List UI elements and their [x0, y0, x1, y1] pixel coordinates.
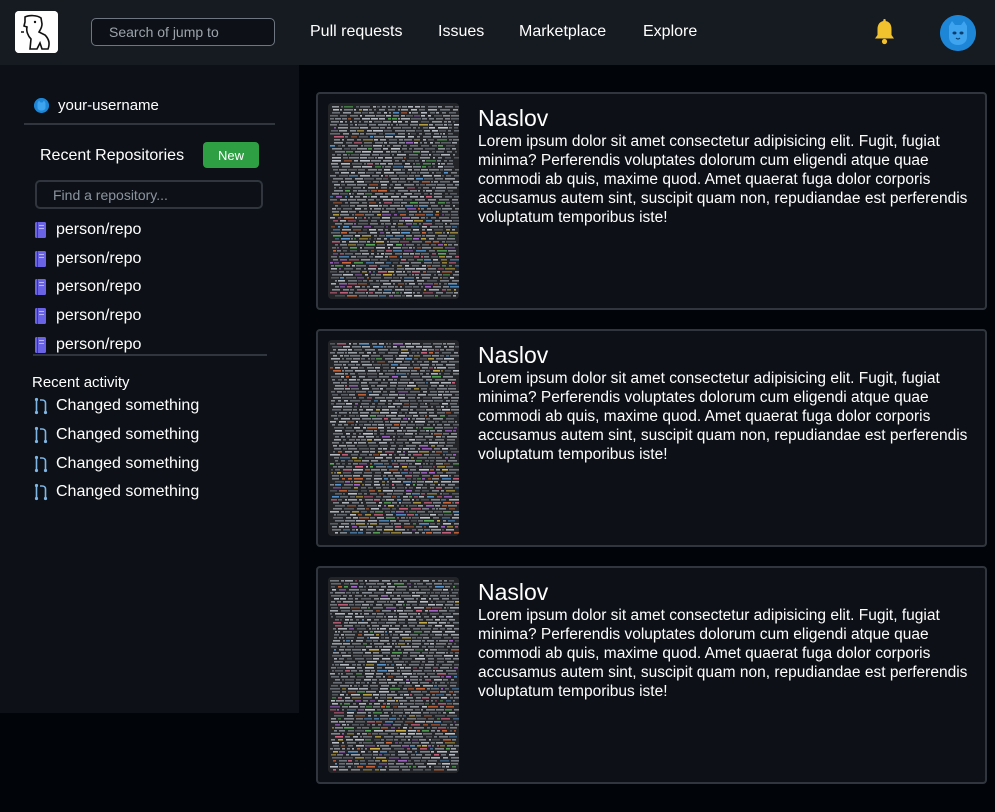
repo-item[interactable]: person/repo — [33, 245, 267, 274]
new-repository-button[interactable]: New — [203, 142, 259, 168]
card-title[interactable]: Naslov — [478, 342, 548, 368]
user-profile-row[interactable]: your-username — [24, 95, 275, 125]
recent-repositories-title: Recent Repositories — [40, 147, 185, 164]
top-header: Pull requests Issues Marketplace Explore — [0, 0, 995, 65]
card-title[interactable]: Naslov — [478, 579, 548, 605]
activity-text[interactable]: Changed something — [56, 455, 199, 473]
recent-activity-title: Recent activity — [32, 374, 130, 391]
activity-item[interactable]: Changed something — [33, 478, 273, 507]
card-title[interactable]: Naslov — [478, 105, 548, 131]
search-input[interactable] — [91, 18, 275, 46]
sidebar: your-username Recent Repositories New pe… — [0, 65, 299, 713]
feed-card[interactable]: Naslov Lorem ipsum dolor sit amet consec… — [316, 329, 987, 547]
feed-card[interactable]: Naslov Lorem ipsum dolor sit amet consec… — [316, 566, 987, 784]
user-avatar-icon — [34, 98, 49, 113]
nav-explore[interactable]: Explore — [643, 22, 697, 42]
card-image — [328, 577, 459, 773]
repo-list: person/repo person/repo person/repo pers… — [33, 216, 267, 359]
activity-text[interactable]: Changed something — [56, 483, 199, 501]
card-image — [328, 103, 459, 299]
repo-name[interactable]: person/repo — [56, 278, 141, 296]
repo-book-icon — [33, 221, 49, 239]
pull-request-icon — [33, 397, 49, 415]
activity-list: Changed something Changed something Chan… — [33, 392, 273, 507]
repo-item[interactable]: person/repo — [33, 273, 267, 302]
nav-issues[interactable]: Issues — [438, 22, 484, 42]
pull-request-icon — [33, 483, 49, 501]
repo-item[interactable]: person/repo — [33, 216, 267, 245]
repo-name[interactable]: person/repo — [56, 250, 141, 268]
nav-marketplace[interactable]: Marketplace — [519, 22, 606, 42]
activity-item[interactable]: Changed something — [33, 449, 273, 478]
bell-icon[interactable] — [873, 19, 896, 45]
pull-request-icon — [33, 455, 49, 473]
repo-book-icon — [33, 278, 49, 296]
repo-name[interactable]: person/repo — [56, 307, 141, 325]
find-repository-input[interactable] — [35, 180, 263, 209]
activity-text[interactable]: Changed something — [56, 397, 199, 415]
nav-pull-requests[interactable]: Pull requests — [310, 22, 403, 42]
repo-book-icon — [33, 250, 49, 268]
card-image — [328, 340, 459, 536]
repo-name[interactable]: person/repo — [56, 221, 141, 239]
feed-card[interactable]: Naslov Lorem ipsum dolor sit amet consec… — [316, 92, 987, 310]
card-body: Lorem ipsum dolor sit amet consectetur a… — [478, 607, 968, 700]
activity-text[interactable]: Changed something — [56, 426, 199, 444]
divider — [33, 354, 267, 356]
dog-logo-icon[interactable] — [15, 11, 58, 53]
pull-request-icon — [33, 426, 49, 444]
username[interactable]: your-username — [58, 97, 159, 115]
repo-book-icon — [33, 307, 49, 325]
repo-book-icon — [33, 336, 49, 354]
repo-item[interactable]: person/repo — [33, 302, 267, 331]
card-body: Lorem ipsum dolor sit amet consectetur a… — [478, 133, 968, 226]
activity-item[interactable]: Changed something — [33, 421, 273, 450]
cat-avatar-icon[interactable] — [940, 15, 976, 51]
activity-item[interactable]: Changed something — [33, 392, 273, 421]
repo-name[interactable]: person/repo — [56, 336, 141, 354]
card-body: Lorem ipsum dolor sit amet consectetur a… — [478, 370, 968, 463]
